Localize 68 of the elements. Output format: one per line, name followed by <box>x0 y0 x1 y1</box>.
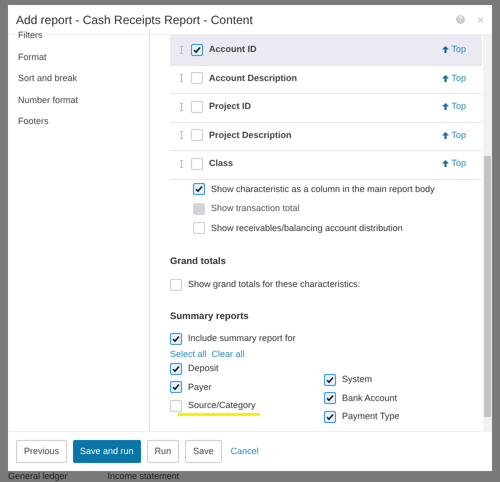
sidebar-item[interactable]: Footers <box>18 115 49 128</box>
arrow-up-icon <box>442 74 450 82</box>
clear-all-link[interactable]: Clear all <box>212 348 245 361</box>
checkbox[interactable] <box>193 222 205 234</box>
section-heading: Grand totals <box>170 255 227 269</box>
checkbox[interactable] <box>170 279 182 291</box>
arrow-up-icon <box>442 160 450 168</box>
characteristic-label: Project ID <box>209 100 252 113</box>
background-text: General ledger <box>8 471 68 482</box>
top-link[interactable]: Top <box>442 72 466 85</box>
checkbox[interactable] <box>324 392 336 404</box>
arrow-up-icon <box>442 103 450 110</box>
section-heading: Summary reports <box>170 310 250 324</box>
characteristic-label: Account Description <box>209 72 298 85</box>
arrow-up-icon <box>442 132 450 139</box>
drag-handle-icon[interactable] <box>180 131 183 140</box>
sidebar-item[interactable]: Format <box>18 50 47 64</box>
characteristic-row[interactable]: Account ID Top <box>170 35 482 66</box>
option-label: Show grand totals for these characteristics: <box>188 278 360 292</box>
checkbox[interactable] <box>191 72 203 84</box>
characteristic-label: Class <box>209 157 234 170</box>
characteristic-row[interactable]: Account Description Top <box>170 64 482 94</box>
option-label: Include summary report for <box>188 332 296 345</box>
sidebar-item[interactable]: Sort and break <box>18 72 78 86</box>
checkbox[interactable] <box>324 410 336 423</box>
sidebar-item[interactable]: Number format <box>18 94 78 107</box>
checkbox[interactable] <box>170 400 182 412</box>
footer-button[interactable]: Run <box>146 440 180 463</box>
drag-handle-icon[interactable] <box>180 74 183 82</box>
checkbox[interactable] <box>193 183 205 196</box>
option-label: Show characteristic as a column in the main report body <box>211 182 435 196</box>
footer-button[interactable]: Save and run <box>73 440 141 463</box>
option-label: Payer <box>188 380 212 394</box>
scrollbar[interactable] <box>483 35 492 431</box>
drag-handle-icon[interactable] <box>180 102 183 111</box>
checkbox[interactable] <box>191 100 203 113</box>
checkbox[interactable] <box>170 362 182 375</box>
option-label: Show transaction total <box>211 202 300 215</box>
background-text: Income statement <box>108 471 180 482</box>
characteristic-row[interactable]: Project ID Top <box>170 92 482 122</box>
checkbox[interactable] <box>170 381 182 394</box>
checkbox[interactable] <box>191 158 203 170</box>
characteristic-row[interactable]: Project Description Top <box>170 120 482 151</box>
cancel-link[interactable]: Cancel <box>228 440 262 463</box>
characteristic-label: Account ID <box>209 43 258 56</box>
characteristic-label: Project Description <box>209 128 293 142</box>
option-label: Payment Type <box>342 410 400 423</box>
checkbox[interactable] <box>191 44 203 56</box>
top-link[interactable]: Top <box>442 157 466 170</box>
checkbox[interactable] <box>324 374 336 386</box>
footer-button[interactable]: Previous <box>16 440 68 463</box>
checkbox[interactable] <box>191 129 203 142</box>
drag-handle-icon[interactable] <box>180 160 183 168</box>
top-link[interactable]: Top <box>442 100 466 114</box>
top-link[interactable]: Top <box>442 128 466 142</box>
select-all-link[interactable]: Select all <box>170 348 207 361</box>
checkbox[interactable] <box>170 332 182 345</box>
option-label: System <box>342 373 372 386</box>
arrow-up-icon <box>442 46 450 54</box>
option-label: Show receivables/balancing account distribution <box>211 222 403 235</box>
option-label: Deposit <box>188 362 219 375</box>
footer-button[interactable]: Save <box>185 440 222 463</box>
highlighted-label: Source/Category <box>178 399 260 416</box>
sidebar-item[interactable]: Filters <box>18 29 42 42</box>
characteristic-row[interactable]: Class Top <box>170 149 482 180</box>
option-label: Bank Account <box>342 392 398 404</box>
drag-handle-icon[interactable] <box>180 46 183 54</box>
window-title: Add report - Cash Receipts Report - Content <box>16 12 254 28</box>
